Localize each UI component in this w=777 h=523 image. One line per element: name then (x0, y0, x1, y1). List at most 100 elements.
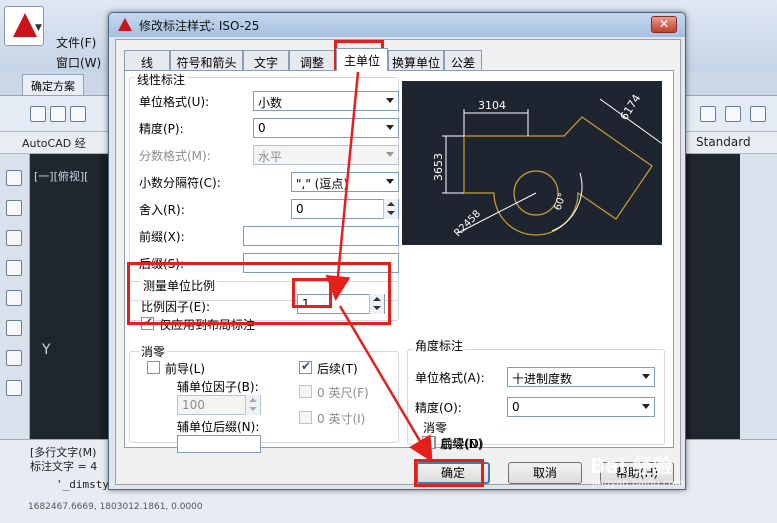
tab-primary-units[interactable]: 主单位 (336, 48, 388, 71)
spline-tool-icon[interactable] (6, 350, 22, 366)
autocad-logo-icon (118, 18, 132, 31)
curve-tool-icon[interactable] (750, 106, 766, 122)
arc-draw-icon[interactable] (6, 290, 22, 306)
spin-up-icon (249, 398, 257, 402)
viewport-label[interactable]: [一][俯视][ (34, 168, 88, 184)
ucs-y-axis: Y (42, 342, 51, 358)
layout-only-label: 仅应用到布局标注 (159, 318, 256, 332)
angular-unit-format-select[interactable]: 十进制度数 (507, 367, 655, 387)
angular-zero-title: 消零 (421, 419, 450, 436)
menu-file[interactable]: 文件(F) (56, 34, 96, 51)
sub-unit-factor-label: 辅单位因子(B): (177, 380, 259, 394)
rectangle-tool-icon[interactable] (6, 260, 22, 276)
trailing-zero-label: 后续(T) (317, 362, 358, 376)
suffix-label: 后缀(S): (139, 257, 185, 271)
angular-section-title: 角度标注 (413, 337, 466, 354)
arc-tool-icon[interactable] (725, 106, 741, 122)
inches-zero-checkbox[interactable] (299, 411, 312, 424)
angular-precision-select[interactable]: 0 (507, 397, 655, 417)
ellipse-tool-icon[interactable] (6, 380, 22, 396)
polyline-tool-icon[interactable] (6, 200, 22, 216)
angular-precision-label: 精度(O): (415, 401, 462, 415)
ok-button[interactable]: 确定 (416, 462, 490, 484)
tab-tolerances[interactable]: 公差 (444, 50, 482, 70)
round-off-label: 舍入(R): (139, 203, 185, 217)
feet-zero-label: 0 英尺(F) (317, 386, 369, 400)
unit-format-select[interactable]: 小数 (253, 91, 399, 111)
tab-alternate-units[interactable]: 换算单位 (388, 50, 444, 70)
leading-zero-label: 前导(L) (165, 362, 206, 376)
drawing-canvas-right[interactable] (690, 154, 740, 439)
fraction-format-select[interactable]: 水平 (253, 145, 399, 165)
tab-text[interactable]: 文字 (243, 50, 289, 70)
workspace-label: AutoCAD 经 (22, 137, 86, 150)
dim-radius-text: R2458 (452, 208, 483, 239)
chevron-down-icon (386, 125, 394, 130)
tab-lines[interactable]: 线 (124, 50, 170, 70)
prefix-label: 前缀(X): (139, 230, 185, 244)
inches-zero-label: 0 英寸(I) (317, 412, 366, 426)
new-file-icon[interactable] (30, 106, 46, 122)
sub-unit-factor-spinner[interactable] (245, 395, 260, 415)
sub-unit-suffix-input[interactable] (177, 435, 261, 453)
round-off-value: 0 (296, 202, 304, 216)
suffix-input[interactable] (243, 253, 399, 273)
chevron-down-icon (642, 374, 650, 379)
open-file-icon[interactable] (50, 106, 66, 122)
measurement-scale-title: 测量单位比例 (141, 277, 218, 294)
autocad-logo-icon (13, 13, 37, 37)
angular-trailing-label: 后续(N) (440, 437, 483, 451)
decimal-separator-select[interactable]: "," (逗点) (291, 172, 399, 192)
spin-down-icon (387, 211, 395, 215)
menu-window[interactable]: 窗口(W) (56, 54, 101, 71)
cancel-button[interactable]: 取消 (508, 462, 582, 484)
round-off-spinner[interactable] (383, 199, 398, 219)
document-tab[interactable]: 确定方案 (22, 74, 84, 95)
polygon-tool-icon[interactable] (6, 230, 22, 246)
draw-toolbar (0, 154, 30, 439)
layout-only-checkbox[interactable] (141, 315, 154, 330)
leading-zero-checkbox[interactable] (147, 361, 160, 374)
angular-unit-format-value: 十进制度数 (512, 372, 573, 386)
save-file-icon[interactable] (70, 106, 86, 122)
feet-zero-checkbox[interactable] (299, 385, 312, 398)
circle-tool-icon[interactable] (6, 320, 22, 336)
zero-suppression-title: 消零 (139, 343, 168, 360)
dim-angle-text: 60° (552, 192, 568, 212)
dimension-preview: 3104 3653 6174 60° R2458 (402, 81, 665, 245)
application-menu-button[interactable]: ▼ (4, 6, 44, 46)
watermark: Bai 经验 (590, 454, 673, 478)
modify-dimension-style-dialog: 修改标注样式: ISO-25 ✕ 线 符号和箭头 文字 调整 主单位 换算单位 … (108, 12, 686, 490)
tab-fit[interactable]: 调整 (289, 50, 335, 70)
precision-select[interactable]: 0 (253, 118, 399, 138)
dim-left-text: 3653 (432, 153, 445, 181)
close-button[interactable]: ✕ (651, 16, 677, 33)
sub-unit-suffix-label: 辅单位后缀(N): (177, 420, 260, 434)
fraction-format-label: 分数格式(M): (139, 149, 211, 163)
chevron-down-icon (386, 179, 394, 184)
spin-up-icon (373, 297, 381, 301)
angular-unit-format-label: 单位格式(A): (415, 371, 485, 385)
command-history-line: 标注文字 = 4 (30, 460, 98, 473)
angular-trailing-checkbox[interactable] (422, 436, 435, 449)
style-dropdown[interactable]: Standard (696, 135, 751, 149)
dimension-tool-icon[interactable] (700, 106, 716, 122)
drawing-canvas-left[interactable]: [一][俯视][ Y (30, 154, 100, 439)
scale-factor-spinner[interactable] (369, 294, 384, 314)
linear-section-title: 线性标注 (135, 71, 188, 88)
dialog-titlebar[interactable]: 修改标注样式: ISO-25 ✕ (109, 13, 685, 37)
chevron-down-icon: ▼ (35, 23, 42, 33)
trailing-zero-checkbox[interactable] (299, 359, 312, 374)
prefix-input[interactable] (243, 226, 399, 246)
primary-units-pane: 线性标注 单位格式(U): 小数 精度(P): 0 分数格式(M): 水平 小数… (124, 70, 674, 453)
angular-precision-value: 0 (512, 400, 520, 414)
watermark-url: jingyan.baidu.com (592, 478, 685, 489)
tab-symbols-arrows[interactable]: 符号和箭头 (170, 50, 243, 70)
command-input[interactable]: '_dimsty (56, 478, 109, 491)
precision-value: 0 (258, 121, 266, 135)
spin-down-icon (373, 306, 381, 310)
sub-unit-factor-value: 100 (182, 398, 205, 412)
fraction-format-value: 水平 (258, 150, 283, 164)
line-tool-icon[interactable] (6, 170, 22, 186)
chevron-down-icon (386, 152, 394, 157)
